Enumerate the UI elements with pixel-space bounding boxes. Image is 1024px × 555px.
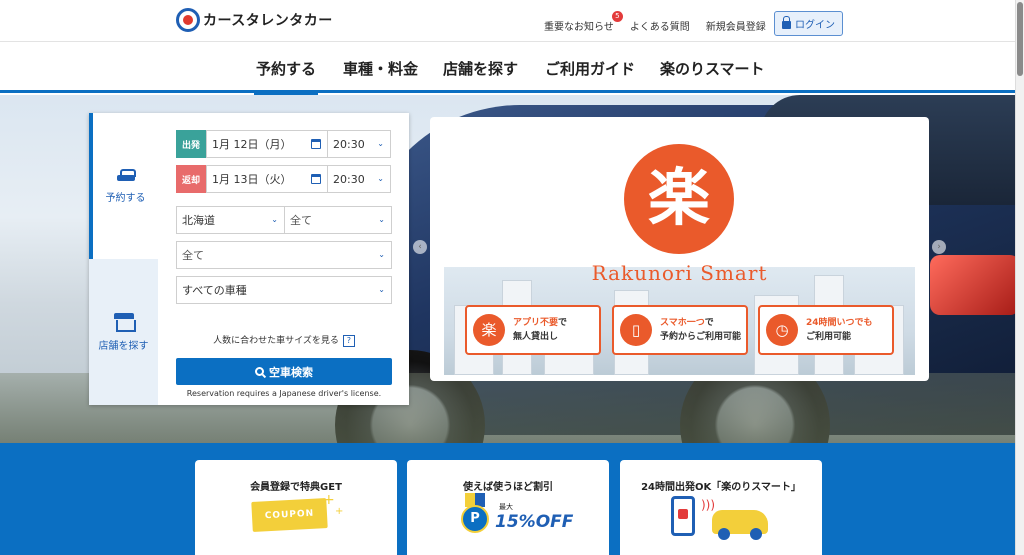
return-date-value: 1月 13日（火） — [212, 173, 292, 186]
important-notice-link[interactable]: 重要なお知らせ 5 — [544, 11, 623, 33]
departure-row: 出発 1月 12日（月） 20:30 ⌄ — [176, 130, 391, 158]
departure-label: 出発 — [176, 130, 206, 158]
card-title: 会員登録で特典GET — [250, 482, 342, 493]
signal-icon: ))) — [701, 498, 716, 512]
car-size-link[interactable]: 人数に合わせた車サイズを見る? — [176, 333, 392, 347]
departure-time-select[interactable]: 20:30 ⌄ — [327, 130, 391, 158]
raku-badge-icon: 楽 — [473, 314, 505, 346]
nav-find-store[interactable]: 店舗を探す — [443, 58, 518, 79]
return-date-field[interactable]: 1月 13日（火） — [206, 165, 328, 193]
discount-value: 15%OFF — [495, 512, 574, 532]
logo-mascot-icon — [176, 8, 200, 32]
tab-store-label: 店舗を探す — [98, 340, 149, 352]
tab-reserve[interactable]: 予約する — [89, 113, 158, 259]
help-icon[interactable]: ? — [342, 334, 355, 347]
search-icon — [255, 367, 264, 376]
chevron-down-icon: ⌄ — [378, 250, 385, 259]
clock-icon: ◷ — [766, 314, 798, 346]
sparkle-icon: + — [335, 506, 344, 517]
departure-date-value: 1月 12日（月） — [212, 138, 292, 151]
store-row: 全て ⌄ — [176, 241, 392, 269]
max-label: 最大 — [499, 503, 513, 511]
region-value: 北海道 — [182, 214, 215, 227]
region-select[interactable]: 北海道 ⌄ — [176, 206, 285, 234]
chevron-down-icon: ⌄ — [377, 174, 384, 183]
return-label: 返却 — [176, 165, 206, 193]
smartphone-icon: ▯ — [620, 314, 652, 346]
feature-cards-band: 会員登録で特典GET COUPON + + 使えば使うほど割引 P 最大 15%… — [0, 443, 1015, 555]
car-icon — [116, 168, 136, 183]
lock-icon — [782, 16, 791, 29]
carousel-next-icon[interactable]: › — [932, 240, 946, 254]
area-select[interactable]: 全て ⌄ — [284, 206, 392, 234]
coupon-icon: COUPON — [251, 498, 328, 532]
chevron-down-icon: ⌄ — [271, 215, 278, 224]
member-coupon-card[interactable]: 会員登録で特典GET COUPON + + — [195, 460, 397, 555]
scrollbar-thumb[interactable] — [1017, 2, 1023, 76]
reservation-tabs: 予約する 店舗を探す — [89, 113, 158, 405]
card-title: 24時間出発OK「楽のりスマート」 — [641, 482, 801, 493]
departure-time-value: 20:30 — [333, 137, 365, 151]
top-header: カースタレンタカー 重要なお知らせ 5 よくある質問 新規会員登録 ログイン — [0, 0, 1015, 42]
return-row: 返却 1月 13日（火） 20:30 ⌄ — [176, 165, 391, 193]
register-link[interactable]: 新規会員登録 — [706, 18, 766, 33]
chevron-down-icon: ⌄ — [378, 215, 385, 224]
nav-models-prices[interactable]: 車種・料金 — [343, 58, 418, 79]
login-button[interactable]: ログイン — [774, 11, 843, 36]
nav-guide[interactable]: ご利用ガイド — [545, 58, 635, 79]
nav-reserve[interactable]: 予約する — [253, 58, 319, 97]
search-button-label: 空車検索 — [269, 365, 313, 379]
vehicle-type-value: すべての車種 — [182, 284, 247, 297]
car-taillight-decor — [930, 255, 1015, 315]
calendar-icon — [311, 174, 321, 184]
discount-card[interactable]: 使えば使うほど割引 P 最大 15%OFF — [407, 460, 609, 555]
site-logo[interactable]: カースタレンタカー — [176, 8, 333, 32]
vehicle-type-select[interactable]: すべての車種 ⌄ — [176, 276, 392, 304]
tab-find-store[interactable]: 店舗を探す — [89, 259, 158, 405]
card-title: 使えば使うほど割引 — [463, 482, 553, 493]
car-size-link-label: 人数に合わせた車サイズを見る — [213, 336, 339, 346]
departure-date-field[interactable]: 1月 12日（月） — [206, 130, 328, 158]
store-value: 全て — [182, 249, 204, 262]
chevron-down-icon: ⌄ — [378, 285, 385, 294]
tab-reserve-label: 予約する — [105, 192, 146, 204]
car-icon — [712, 510, 768, 540]
return-time-value: 20:30 — [333, 172, 365, 186]
nav-rakunori-smart[interactable]: 楽のりスマート — [660, 58, 765, 79]
main-nav: 予約する 車種・料金 店舗を探す ご利用ガイド 楽のりスマート — [0, 43, 1015, 97]
faq-link[interactable]: よくある質問 — [630, 18, 690, 33]
carousel-prev-icon[interactable]: ‹ — [413, 240, 427, 254]
logo-text: カースタレンタカー — [203, 13, 333, 29]
chevron-down-icon: ⌄ — [377, 139, 384, 148]
location-row: 北海道 ⌄ 全て ⌄ — [176, 206, 392, 234]
feature-no-app: 楽 アプリ不要で 無人貸出し — [465, 305, 601, 355]
vehicle-row: すべての車種 ⌄ — [176, 276, 392, 304]
store-icon — [113, 312, 136, 332]
feature-smartphone: ▯ スマホ一つで 予約からご利用可能 — [612, 305, 748, 355]
raku-logo-icon: 楽 — [624, 144, 734, 254]
area-value: 全て — [290, 214, 312, 227]
sparkle-icon: + — [323, 492, 335, 508]
notice-count-badge: 5 — [611, 11, 623, 22]
utility-links: 重要なお知らせ 5 よくある質問 新規会員登録 — [544, 11, 766, 33]
store-select[interactable]: 全て ⌄ — [176, 241, 392, 269]
rakunori-promo-banner[interactable]: 楽 Rakunori Smart 楽 アプリ不要で 無人貸出し ▯ スマホ一つで予… — [430, 117, 929, 381]
return-time-select[interactable]: 20:30 ⌄ — [327, 165, 391, 193]
important-notice-label: 重要なお知らせ — [544, 22, 614, 33]
calendar-icon — [311, 139, 321, 149]
rakunori-24h-card[interactable]: 24時間出発OK「楽のりスマート」 ))) — [620, 460, 822, 555]
rakunori-smart-logo: Rakunori Smart — [591, 261, 768, 285]
license-note: Reservation requires a Japanese driver's… — [186, 389, 382, 398]
login-label: ログイン — [795, 20, 835, 31]
page-scrollbar[interactable] — [1015, 0, 1024, 555]
feature-24h: ◷ 24時間いつでも ご利用可能 — [758, 305, 894, 355]
reservation-panel: 予約する 店舗を探す 出発 1月 12日（月） 20:30 ⌄ 返却 1月 13… — [89, 113, 409, 405]
smartphone-lock-icon — [671, 496, 695, 536]
vacancy-search-button[interactable]: 空車検索 — [176, 358, 392, 385]
points-medal-icon: P — [461, 505, 489, 533]
